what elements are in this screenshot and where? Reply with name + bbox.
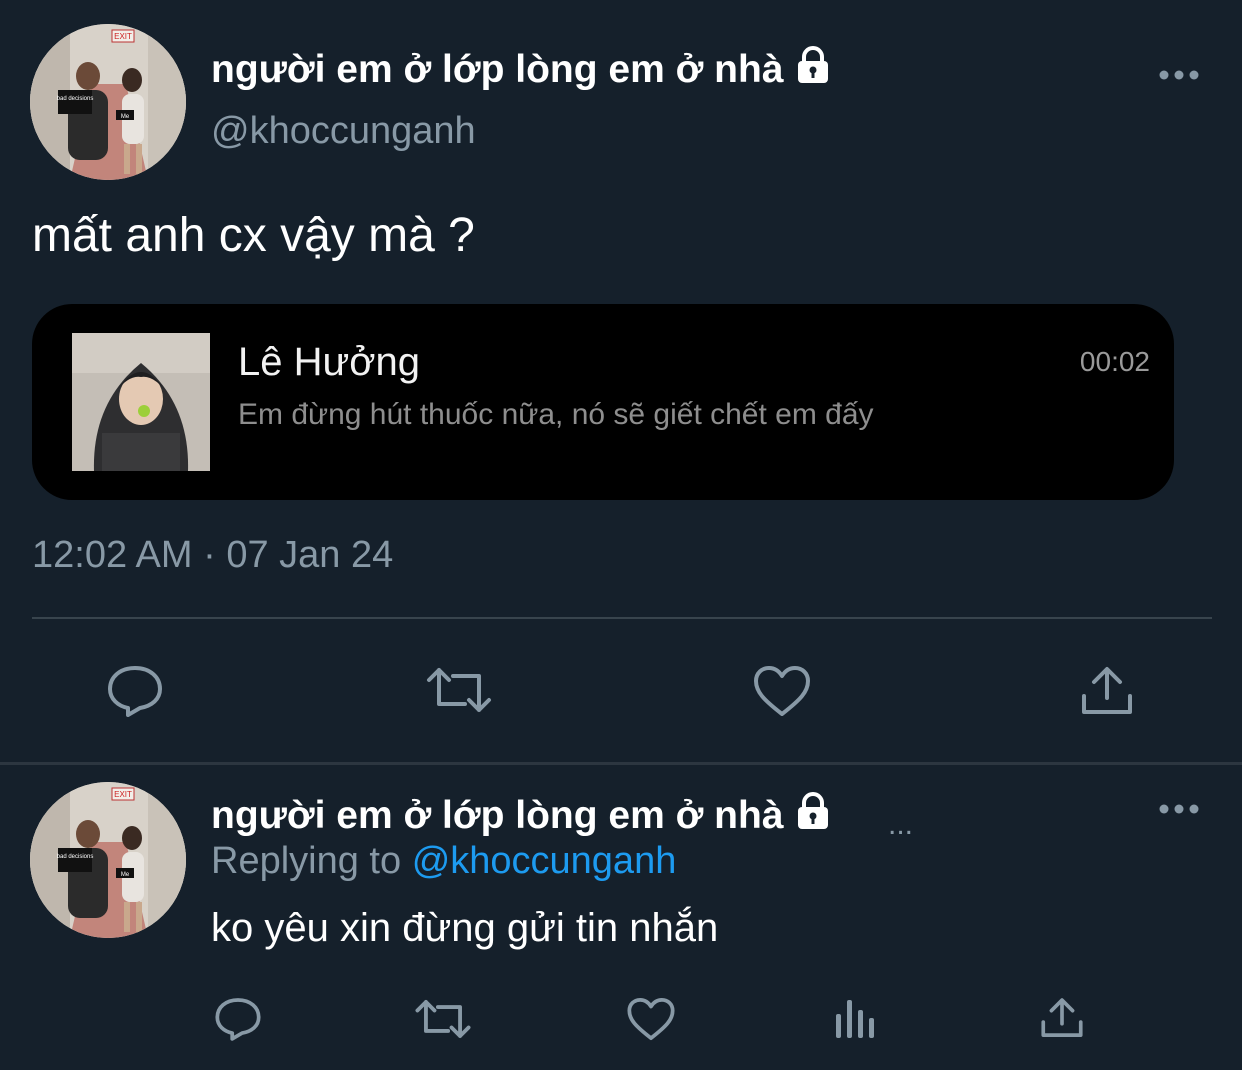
embed-message-preview: Em đừng hút thuốc nữa, nó sẽ giết chết e… bbox=[238, 398, 874, 431]
share-icon[interactable] bbox=[1040, 996, 1084, 1040]
handle[interactable]: @khoccunganh bbox=[211, 110, 476, 153]
display-name[interactable]: người em ở lớp lòng em ở nhà bbox=[211, 44, 834, 96]
reply-icon[interactable] bbox=[214, 996, 262, 1042]
reply-text: ko yêu xin đừng gửi tin nhắn bbox=[211, 906, 719, 950]
avatar-photo: EXIT bad decisions Me bbox=[30, 24, 186, 180]
like-icon[interactable] bbox=[626, 996, 676, 1042]
replying-to-line: Replying to @khoccunganh bbox=[211, 840, 676, 883]
retweet-icon[interactable] bbox=[414, 996, 472, 1042]
reply-display-name[interactable]: người em ở lớp lòng em ở nhà bbox=[211, 790, 834, 842]
display-name-text: người em ở lớp lòng em ở nhà bbox=[211, 48, 784, 91]
sticker-me: Me bbox=[121, 872, 130, 878]
exit-sign: EXIT bbox=[114, 32, 132, 41]
retweet-icon[interactable] bbox=[425, 664, 493, 716]
tweet-thread: EXIT bad decisions Me người em ở lớp lòn… bbox=[0, 0, 1242, 1070]
display-name-text: người em ở lớp lòng em ở nhà bbox=[211, 794, 784, 837]
avatar-photo: EXIT bad decisions Me bbox=[30, 782, 186, 938]
tweet-text: mất anh cx vậy mà ? bbox=[32, 209, 475, 262]
section-divider bbox=[0, 762, 1242, 765]
more-options-icon[interactable] bbox=[1158, 798, 1200, 820]
sticker-bad-decisions: bad decisions bbox=[57, 854, 94, 860]
lock-icon bbox=[792, 44, 834, 96]
embed-contact-name: Lê Hưởng bbox=[238, 340, 420, 384]
truncation-ellipsis: ... bbox=[888, 808, 914, 841]
replying-to-prefix: Replying to bbox=[211, 840, 402, 882]
lock-icon bbox=[792, 790, 834, 842]
analytics-icon[interactable] bbox=[834, 996, 878, 1040]
more-options-icon[interactable] bbox=[1158, 64, 1200, 86]
reply-avatar[interactable]: EXIT bad decisions Me bbox=[30, 782, 186, 938]
embed-time: 00:02 bbox=[1079, 346, 1150, 377]
reply-icon[interactable] bbox=[106, 664, 164, 718]
share-icon[interactable] bbox=[1080, 664, 1134, 718]
embedded-message-card[interactable]: Lê Hưởng 00:02 Em đừng hút thuốc nữa, nó… bbox=[32, 304, 1174, 500]
avatar[interactable]: EXIT bad decisions Me bbox=[30, 24, 186, 180]
replying-to-mention[interactable]: @khoccunganh bbox=[412, 840, 677, 882]
like-icon[interactable] bbox=[752, 664, 812, 718]
exit-sign: EXIT bbox=[114, 790, 132, 799]
sticker-me: Me bbox=[121, 114, 130, 120]
divider bbox=[32, 617, 1212, 619]
embed-thumbnail bbox=[72, 333, 210, 471]
tweet-timestamp[interactable]: 12:02 AM · 07 Jan 24 bbox=[32, 534, 393, 577]
sticker-bad-decisions: bad decisions bbox=[57, 96, 94, 102]
